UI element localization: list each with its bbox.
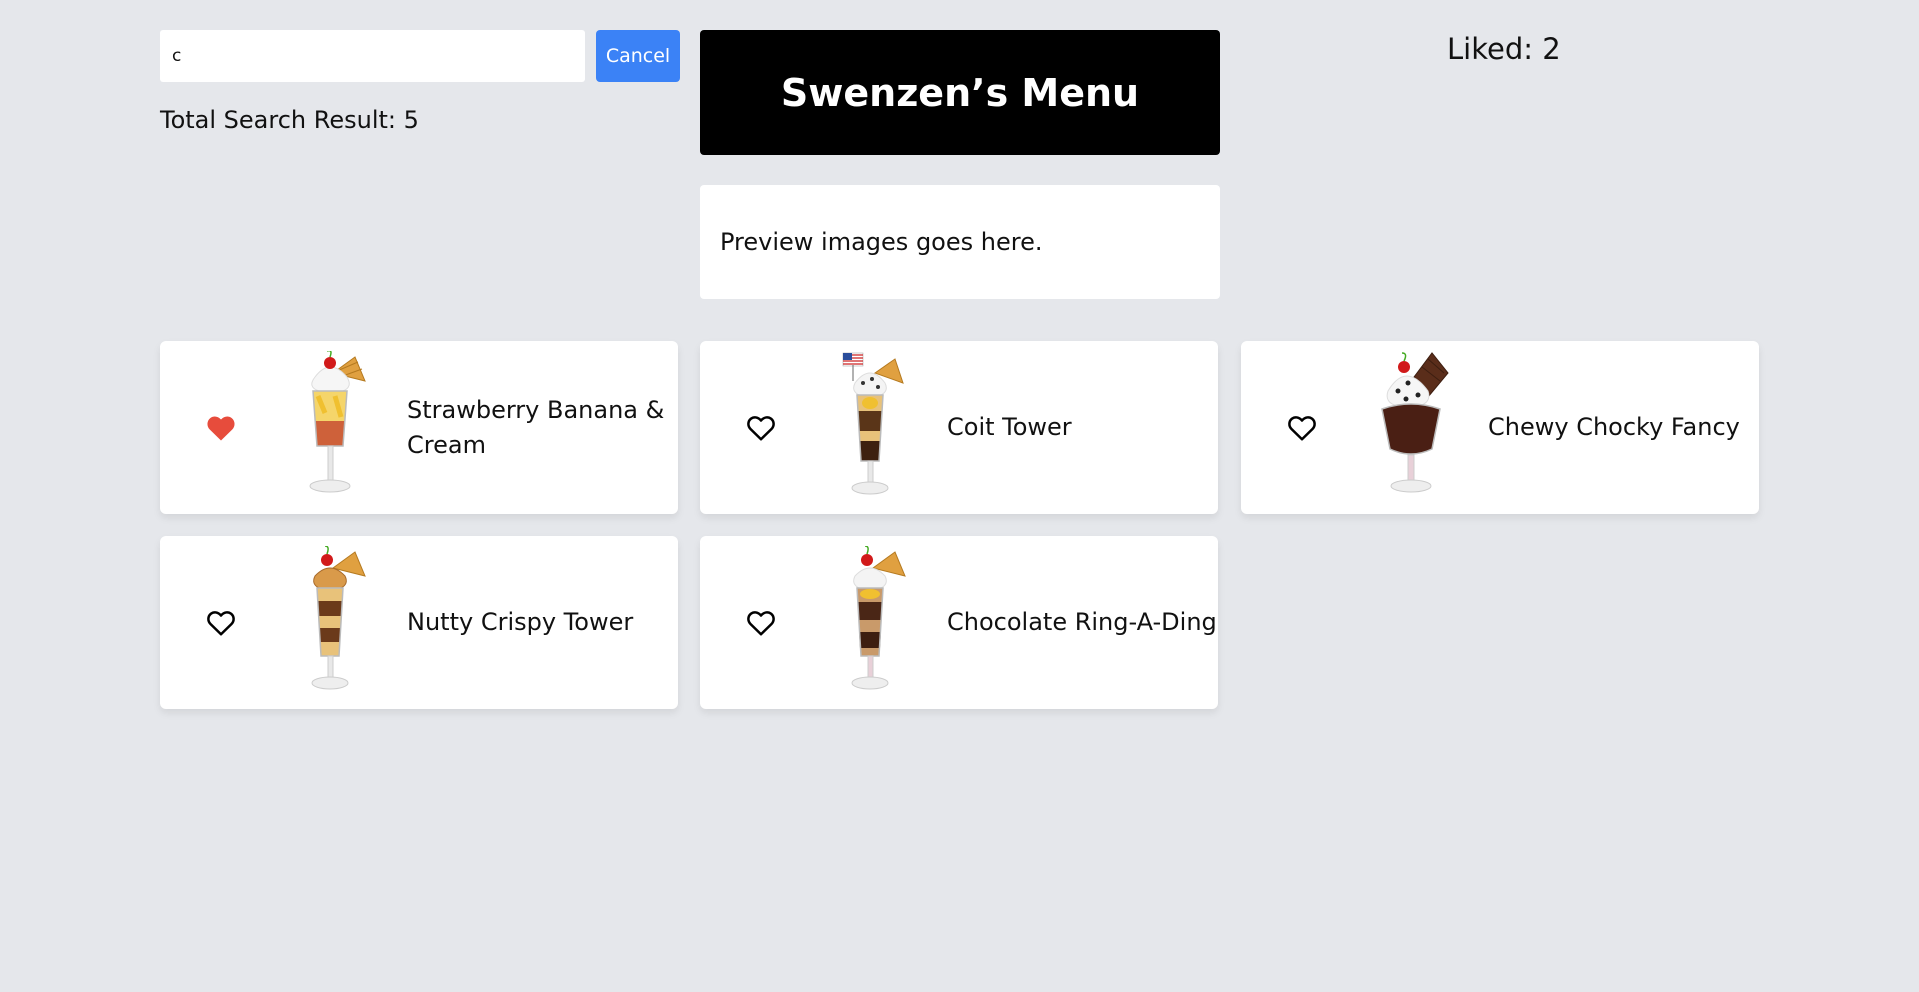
menu-title-banner: Swenzen’s Menu bbox=[700, 30, 1220, 155]
heart-outline-icon[interactable] bbox=[746, 414, 776, 442]
sundae-image bbox=[1381, 352, 1449, 493]
menu-item-name: Nutty Crispy Tower bbox=[407, 608, 634, 637]
menu-item-card: Coit Tower bbox=[700, 341, 1218, 514]
page-title: Swenzen’s Menu bbox=[780, 70, 1140, 115]
preview-panel: Preview images goes here. bbox=[700, 185, 1220, 299]
heart-outline-icon[interactable] bbox=[1287, 414, 1317, 442]
cancel-button[interactable]: Cancel bbox=[596, 30, 680, 82]
sundae-image bbox=[311, 546, 366, 690]
sundae-image bbox=[309, 351, 366, 493]
menu-item-name: Chocolate Ring-A-Ding bbox=[947, 608, 1217, 637]
menu-item-card: Strawberry Banana & Cream bbox=[160, 341, 678, 514]
heart-outline-icon[interactable] bbox=[746, 609, 776, 637]
search-input[interactable] bbox=[160, 30, 585, 82]
menu-item-name: Coit Tower bbox=[947, 413, 1072, 442]
menu-item-name: Strawberry Banana & Cream bbox=[407, 395, 665, 459]
sundae-image bbox=[851, 546, 906, 690]
menu-item-card: Chewy Chocky Fancy bbox=[1241, 341, 1759, 514]
sundae-image bbox=[842, 352, 904, 495]
search-result-count: Total Search Result: 5 bbox=[160, 106, 419, 134]
liked-count: Liked: 2 bbox=[1447, 32, 1561, 66]
menu-item-name: Chewy Chocky Fancy bbox=[1488, 413, 1740, 442]
heart-outline-icon[interactable] bbox=[206, 609, 236, 637]
heart-filled-icon[interactable] bbox=[206, 414, 236, 442]
preview-text: Preview images goes here. bbox=[720, 228, 1043, 256]
menu-item-card: Chocolate Ring-A-Ding bbox=[700, 536, 1218, 709]
menu-item-card: Nutty Crispy Tower bbox=[160, 536, 678, 709]
